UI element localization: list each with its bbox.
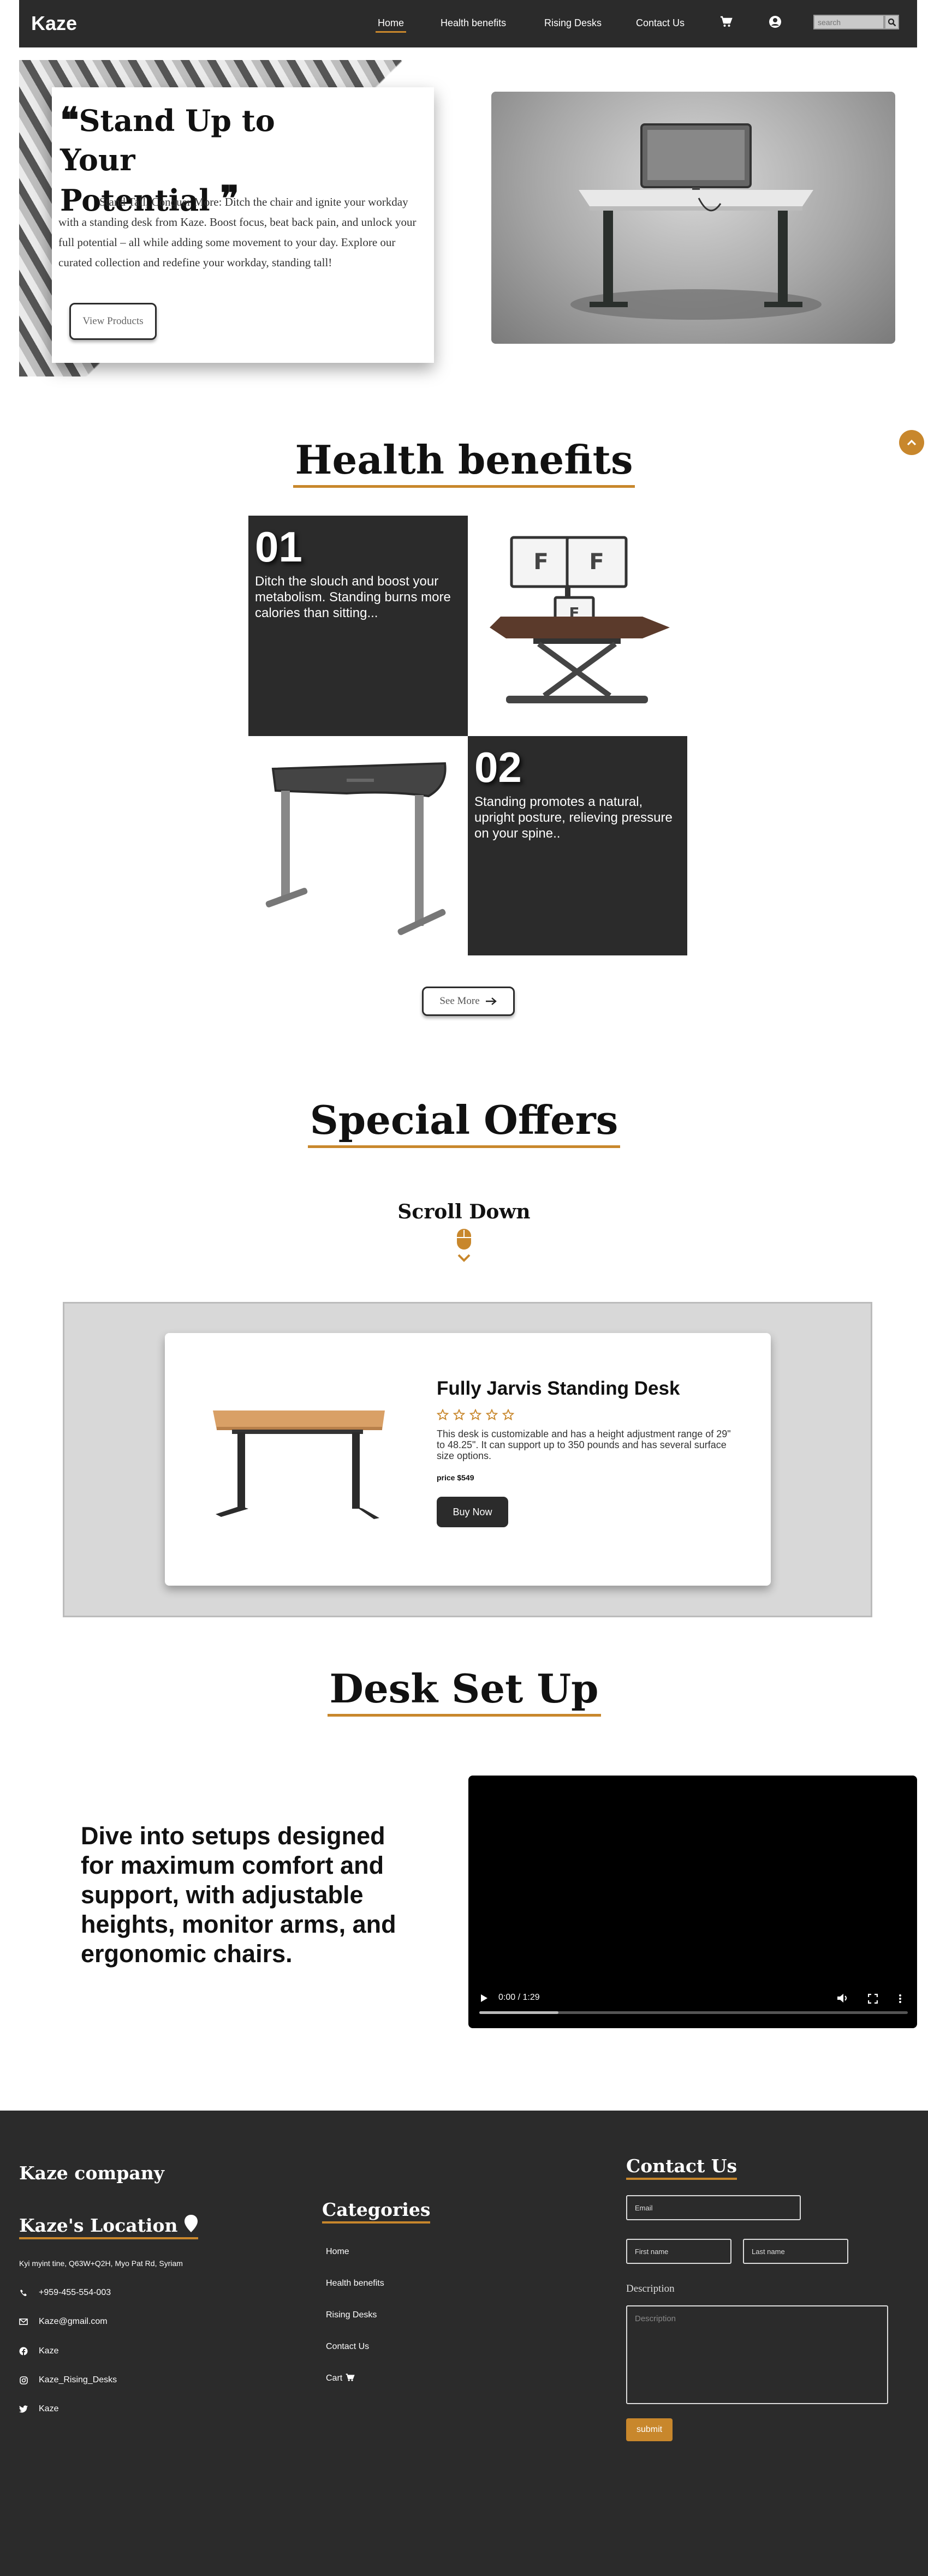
submit-button[interactable]: submit <box>626 2418 673 2441</box>
nav-link-rising-desks[interactable]: Rising Desks <box>544 17 602 29</box>
nav-link-contact-us[interactable]: Contact Us <box>636 17 685 29</box>
rating-stars[interactable] <box>437 1409 514 1421</box>
search-input[interactable] <box>813 15 884 29</box>
phone-icon <box>19 2288 28 2297</box>
hero-description: Stand Tall, Conquer More: Ditch the chai… <box>58 195 417 269</box>
benefit-text: Standing promotes a natural, upright pos… <box>474 794 673 841</box>
brand-logo[interactable]: Kaze <box>31 12 77 35</box>
instagram-icon <box>19 2376 28 2384</box>
search-button[interactable] <box>884 15 899 29</box>
footer-twitter[interactable]: Kaze <box>19 2404 58 2414</box>
nav-link-health-benefits[interactable]: Health benefits <box>441 17 506 29</box>
twitter-icon <box>19 2405 28 2413</box>
footer-company: Kaze company <box>19 2162 164 2184</box>
star-icon <box>486 1409 498 1421</box>
footer-link-rising-desks[interactable]: Rising Desks <box>326 2310 377 2320</box>
benefit-number: 02 <box>474 743 522 791</box>
benefit-image-2 <box>248 736 468 955</box>
footer: Kaze company Kaze's Location Kyi myint t… <box>0 2111 928 2576</box>
benefit-card-2: 02 Standing promotes a natural, upright … <box>468 736 687 955</box>
envelope-icon <box>19 2317 28 2326</box>
video-time: 0:00 / 1:29 <box>498 1993 540 2002</box>
footer-link-cart[interactable]: Cart <box>326 2373 355 2383</box>
benefit-image-1: F F F <box>468 516 687 736</box>
buy-now-button[interactable]: Buy Now <box>437 1497 508 1527</box>
search-icon <box>888 18 896 26</box>
video-player[interactable]: 0:00 / 1:29 <box>468 1776 917 2028</box>
health-benefits-heading: Health benefits <box>0 437 928 488</box>
monitor-logo: F <box>533 549 548 575</box>
footer-link-contact-us[interactable]: Contact Us <box>326 2342 369 2352</box>
arrow-right-icon <box>485 997 497 1005</box>
monitor-logo: F <box>589 549 604 575</box>
product-price: price $549 <box>437 1473 474 1482</box>
star-icon <box>437 1409 449 1421</box>
setup-description: Dive into setups designed for maximum co… <box>81 1822 396 1968</box>
product-title: Fully Jarvis Standing Desk <box>437 1378 680 1399</box>
fullscreen-icon[interactable] <box>867 1993 878 2006</box>
footer-link-health-benefits[interactable]: Health benefits <box>326 2279 384 2288</box>
scroll-down-label: Scroll Down <box>397 1200 531 1223</box>
description-label: Description <box>626 2283 675 2294</box>
video-buffered <box>479 2011 558 2014</box>
footer-email[interactable]: Kaze@gmail.com <box>19 2317 108 2327</box>
more-options-icon[interactable] <box>899 1994 902 2006</box>
hero-desk-image <box>491 92 895 344</box>
facebook-icon <box>19 2347 28 2356</box>
product-description: This desk is customizable and has a heig… <box>437 1429 731 1461</box>
footer-phone[interactable]: +959-455-554-003 <box>19 2288 111 2298</box>
footer-facebook[interactable]: Kaze <box>19 2346 58 2356</box>
map-pin-icon <box>184 2215 198 2232</box>
video-progress-bar[interactable] <box>479 2011 908 2014</box>
benefit-card-1: 01 Ditch the slouch and boost your metab… <box>248 516 468 736</box>
benefit-number: 01 <box>255 523 302 571</box>
mouse-icon <box>456 1228 472 1269</box>
nav-link-home[interactable]: Home <box>375 17 407 33</box>
volume-icon[interactable] <box>837 1993 849 2006</box>
special-offers-heading: Special Offers <box>0 1097 928 1148</box>
user-icon[interactable] <box>769 15 782 31</box>
first-name-field[interactable]: First name <box>626 2239 731 2264</box>
star-icon <box>469 1409 481 1421</box>
categories-heading: Categories <box>322 2199 431 2224</box>
star-icon <box>453 1409 465 1421</box>
desk-setup-heading: Desk Set Up <box>0 1665 928 1717</box>
contact-us-heading: Contact Us <box>626 2155 737 2180</box>
cart-icon <box>346 2374 355 2381</box>
last-name-field[interactable]: Last name <box>743 2239 848 2264</box>
navbar: Kaze Home Health benefits Rising Desks C… <box>19 0 917 47</box>
see-more-button[interactable]: See More <box>422 987 515 1016</box>
description-field[interactable]: Description <box>626 2305 888 2404</box>
benefit-text: Ditch the slouch and boost your metaboli… <box>255 574 451 620</box>
product-image <box>210 1402 390 1525</box>
view-products-button[interactable]: View Products <box>69 303 157 340</box>
play-icon[interactable] <box>480 1994 488 2005</box>
cart-icon[interactable] <box>719 15 733 31</box>
open-quote-icon: ❝ <box>60 100 79 141</box>
footer-address: Kyi myint tine, Q63W+Q2H, Myo Pat Rd, Sy… <box>19 2259 183 2268</box>
star-icon <box>502 1409 514 1421</box>
location-heading[interactable]: Kaze's Location <box>19 2214 198 2239</box>
email-field[interactable]: Email <box>626 2195 801 2220</box>
footer-instagram[interactable]: Kaze_Rising_Desks <box>19 2375 117 2385</box>
footer-link-home[interactable]: Home <box>326 2247 349 2257</box>
